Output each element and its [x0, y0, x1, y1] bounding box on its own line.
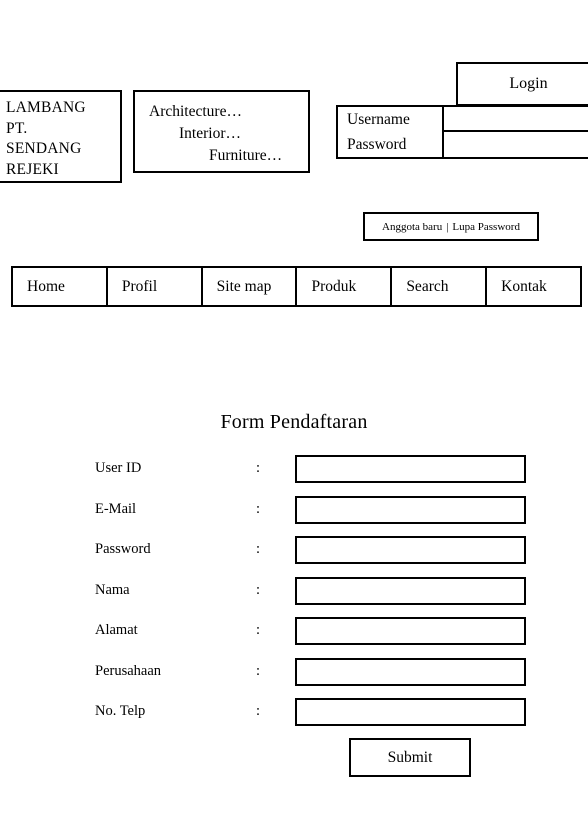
tagline-line-architecture: Architecture…: [149, 103, 242, 120]
submit-button[interactable]: Submit: [349, 738, 471, 777]
form-row: Alamat :: [0, 617, 588, 658]
field-colon: :: [256, 703, 261, 719]
logo-line: SENDANG: [6, 140, 82, 157]
nav-item-profil[interactable]: Profil: [108, 268, 203, 305]
perusahaan-input[interactable]: [295, 657, 526, 686]
email-input[interactable]: [295, 495, 526, 524]
password-label: Password: [336, 132, 444, 159]
form-row: Perusahaan :: [0, 657, 588, 699]
password-input[interactable]: [444, 132, 588, 159]
username-input[interactable]: [444, 105, 588, 132]
tagline-line-interior: Interior…: [179, 125, 241, 142]
field-label-email: E-Mail: [95, 500, 137, 517]
registration-form: User ID : E-Mail : Password : Nama : Ala…: [0, 455, 588, 739]
field-colon: :: [256, 500, 261, 517]
form-row: E-Mail :: [0, 495, 588, 537]
field-label-user-id: User ID: [95, 460, 142, 476]
form-row: Nama :: [0, 576, 588, 618]
nama-input[interactable]: [295, 576, 526, 605]
form-row: Password :: [0, 536, 588, 577]
login-title-label: Login: [509, 75, 548, 92]
nav-item-home[interactable]: Home: [13, 268, 108, 305]
login-row-password: Password: [336, 132, 588, 159]
form-title: Form Pendaftaran: [220, 411, 368, 433]
field-colon: :: [256, 622, 261, 638]
company-logo-box: LAMBANG PT. SENDANG REJEKI: [0, 90, 122, 183]
field-label-perusahaan: Perusahaan: [95, 662, 162, 679]
form-row: User ID :: [0, 455, 588, 496]
user-id-input[interactable]: [295, 455, 526, 483]
nav-item-site-map[interactable]: Site map: [203, 268, 298, 305]
alamat-input[interactable]: [295, 617, 526, 645]
links-separator: |: [446, 220, 449, 233]
field-label-alamat: Alamat: [95, 622, 138, 638]
field-colon: :: [256, 541, 261, 557]
field-colon: :: [256, 460, 261, 476]
tagline-line-furniture: Furniture…: [209, 147, 283, 164]
nav-item-produk[interactable]: Produk: [297, 268, 393, 305]
field-label-no-telp: No. Telp: [95, 703, 146, 719]
login-title-box[interactable]: Login: [456, 62, 588, 106]
login-row-username: Username: [336, 105, 588, 132]
no-telp-input[interactable]: [295, 698, 526, 726]
new-member-link[interactable]: Anggota baru: [382, 221, 442, 233]
field-colon: :: [256, 581, 261, 598]
main-navigation: Home Profil Site map Produk Search Konta…: [11, 266, 582, 307]
login-form: Username Password: [336, 105, 588, 159]
nav-item-search[interactable]: Search: [392, 268, 488, 305]
username-label: Username: [336, 105, 444, 132]
nav-item-kontak[interactable]: Kontak: [487, 268, 580, 305]
form-row: No. Telp :: [0, 698, 588, 739]
forgot-password-link[interactable]: Lupa Password: [452, 221, 520, 233]
logo-line: PT.: [6, 119, 28, 137]
logo-line: LAMBANG: [6, 99, 86, 116]
tagline-box: Architecture… Interior… Furniture…: [133, 90, 310, 173]
password-input-form[interactable]: [295, 536, 526, 564]
field-label-password: Password: [95, 541, 151, 557]
logo-line: REJEKI: [6, 160, 59, 178]
field-colon: :: [256, 662, 261, 679]
member-links-box: Anggota baru | Lupa Password: [363, 212, 539, 241]
field-label-nama: Nama: [95, 581, 130, 598]
submit-button-label: Submit: [387, 748, 433, 766]
